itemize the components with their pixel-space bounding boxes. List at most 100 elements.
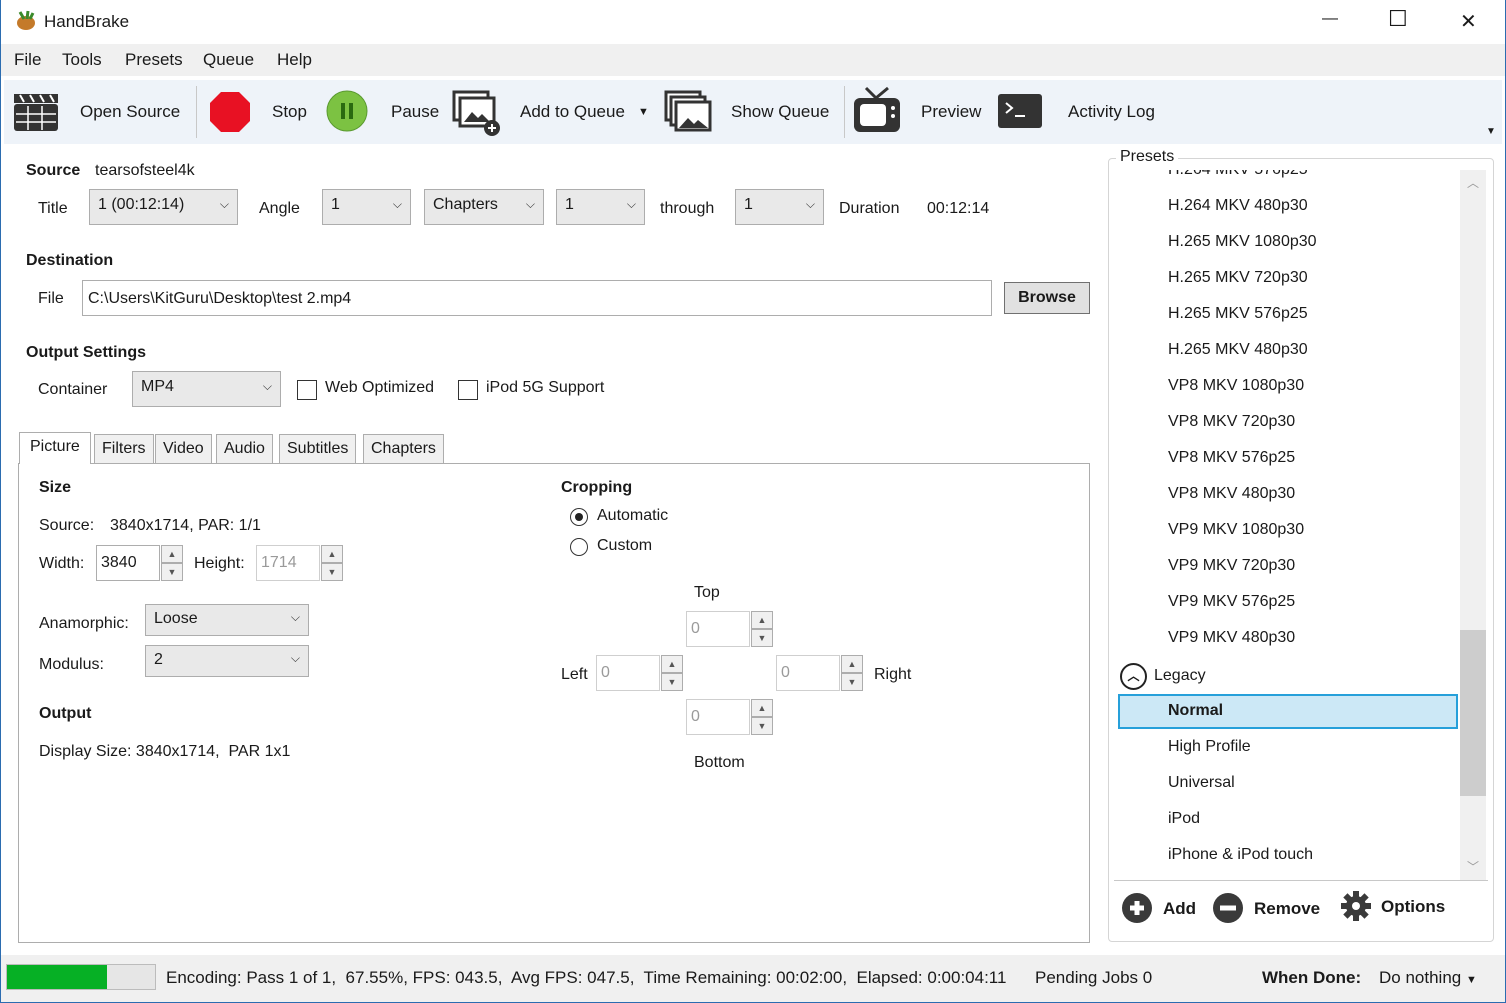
crop-right-stepper[interactable]: 0 ▲ ▼ — [776, 655, 866, 691]
modulus-select[interactable]: 2 ⌵ — [145, 645, 309, 677]
decrement-icon[interactable]: ▼ — [161, 563, 183, 581]
increment-icon[interactable]: ▲ — [161, 545, 183, 563]
tab-filters[interactable]: Filters — [94, 434, 154, 464]
when-done-select[interactable]: Do nothing ▼ — [1379, 968, 1489, 988]
automatic-radio[interactable] — [570, 508, 588, 526]
preset-item[interactable]: H.265 MKV 1080p30 — [1168, 233, 1317, 251]
scroll-down-icon[interactable]: ﹀ — [1467, 858, 1479, 875]
stop-button[interactable]: Stop — [206, 86, 316, 138]
preset-item[interactable]: iPod — [1118, 802, 1458, 837]
custom-radio[interactable] — [570, 538, 588, 556]
preset-item[interactable]: H.265 MKV 480p30 — [1168, 341, 1308, 359]
height-label: Height: — [194, 555, 245, 572]
width-stepper[interactable]: 3840 ▲ ▼ — [96, 545, 186, 581]
remove-preset-button[interactable]: Remove — [1213, 892, 1323, 924]
menu-presets[interactable]: Presets — [125, 50, 183, 70]
menu-queue[interactable]: Queue — [203, 50, 254, 70]
title-select[interactable]: 1 (00:12:14) ⌵ — [89, 189, 238, 225]
preset-item[interactable]: H.265 MKV 576p25 — [1168, 305, 1308, 323]
preset-item[interactable]: H.264 MKV 576p25 — [1168, 170, 1308, 179]
web-optimized-checkbox[interactable] — [297, 380, 317, 400]
preset-item[interactable]: H.264 MKV 480p30 — [1168, 197, 1308, 215]
container-label: Container — [38, 381, 108, 398]
crop-bottom-stepper[interactable]: 0 ▲ ▼ — [686, 699, 776, 735]
menu-tools[interactable]: Tools — [62, 50, 102, 70]
app-logo-icon — [14, 9, 38, 31]
decrement-icon[interactable]: ▼ — [841, 673, 863, 691]
increment-icon[interactable]: ▲ — [661, 655, 683, 673]
increment-icon[interactable]: ▲ — [751, 611, 773, 629]
range-mode-select[interactable]: Chapters ⌵ — [424, 189, 544, 225]
decrement-icon[interactable]: ▼ — [661, 673, 683, 691]
preset-item[interactable]: VP9 MKV 480p30 — [1168, 629, 1295, 647]
preset-item[interactable]: iPhone & iPod touch — [1118, 838, 1458, 873]
crop-top-stepper[interactable]: 0 ▲ ▼ — [686, 611, 776, 647]
dropdown-arrow-icon[interactable]: ▼ — [638, 106, 649, 118]
chevron-down-icon: ⌵ — [290, 651, 300, 665]
range-end-select[interactable]: 1 ⌵ — [735, 189, 824, 225]
height-stepper[interactable]: 1714 ▲ ▼ — [256, 545, 346, 581]
increment-icon[interactable]: ▲ — [841, 655, 863, 673]
open-source-label: Open Source — [80, 102, 181, 121]
tab-picture[interactable]: Picture — [19, 432, 91, 464]
scrollbar-thumb[interactable] — [1460, 630, 1486, 796]
close-button[interactable]: ✕ — [1460, 9, 1477, 34]
tab-subtitles[interactable]: Subtitles — [279, 434, 357, 464]
increment-icon[interactable]: ▲ — [751, 699, 773, 717]
show-queue-button[interactable]: Show Queue — [662, 86, 832, 138]
crop-left-stepper[interactable]: 0 ▲ ▼ — [596, 655, 686, 691]
menu-file[interactable]: File — [14, 50, 41, 70]
duration-value: 00:12:14 — [927, 200, 990, 217]
pause-button[interactable]: Pause — [326, 86, 439, 138]
scroll-up-icon[interactable]: ︿ — [1467, 174, 1479, 191]
decrement-icon[interactable]: ▼ — [751, 629, 773, 647]
presets-scrollbar[interactable]: ︿ ﹀ — [1460, 170, 1486, 880]
source-size-value: 3840x1714, PAR: 1/1 — [110, 517, 261, 534]
container-select[interactable]: MP4 ⌵ — [132, 371, 281, 407]
minimize-button[interactable]: — — [1322, 10, 1338, 28]
preset-item[interactable]: Universal — [1118, 766, 1458, 801]
preset-item[interactable]: VP8 MKV 480p30 — [1168, 485, 1295, 503]
decrement-icon[interactable]: ▼ — [321, 563, 343, 581]
maximize-button[interactable]: ☐ — [1388, 6, 1408, 32]
file-path-input[interactable]: C:\Users\KitGuru\Desktop\test 2.mp4 — [82, 280, 992, 316]
increment-icon[interactable]: ▲ — [321, 545, 343, 563]
preset-item[interactable]: VP8 MKV 720p30 — [1168, 413, 1295, 431]
height-input[interactable]: 1714 — [256, 545, 320, 581]
collapse-icon[interactable]: ︿ — [1120, 663, 1147, 690]
tab-video[interactable]: Video — [155, 434, 212, 464]
crop-right-input[interactable]: 0 — [776, 655, 840, 691]
encode-progress-bar — [6, 964, 156, 990]
preset-item[interactable]: H.265 MKV 720p30 — [1168, 269, 1308, 287]
add-preset-button[interactable]: Add — [1122, 892, 1202, 924]
crop-top-input[interactable]: 0 — [686, 611, 750, 647]
range-start-select[interactable]: 1 ⌵ — [556, 189, 645, 225]
add-to-queue-button[interactable]: Add to Queue ▼ — [450, 86, 650, 138]
tab-chapters[interactable]: Chapters — [363, 434, 444, 464]
anamorphic-select[interactable]: Loose ⌵ — [145, 604, 309, 636]
preview-button[interactable]: Preview — [852, 84, 982, 140]
window-title: HandBrake — [44, 12, 130, 31]
preset-item[interactable]: VP8 MKV 1080p30 — [1168, 377, 1304, 395]
through-label: through — [660, 200, 715, 217]
width-input[interactable]: 3840 — [96, 545, 160, 581]
preset-item[interactable]: High Profile — [1118, 730, 1458, 765]
preset-item[interactable]: VP8 MKV 576p25 — [1168, 449, 1295, 467]
activity-log-button[interactable]: Activity Log — [998, 86, 1168, 138]
ipod-support-checkbox[interactable] — [458, 380, 478, 400]
crop-left-input[interactable]: 0 — [596, 655, 660, 691]
open-source-button[interactable]: Open Source — [10, 86, 182, 138]
preset-options-button[interactable]: Options — [1340, 890, 1460, 924]
preset-item[interactable]: VP9 MKV 720p30 — [1168, 557, 1295, 575]
decrement-icon[interactable]: ▼ — [751, 717, 773, 735]
preset-item[interactable]: VP9 MKV 1080p30 — [1168, 521, 1304, 539]
menu-help[interactable]: Help — [277, 50, 312, 70]
toolbar-overflow-icon[interactable]: ▼ — [1486, 126, 1496, 137]
crop-bottom-input[interactable]: 0 — [686, 699, 750, 735]
progress-fill — [7, 965, 107, 989]
preset-item[interactable]: VP9 MKV 576p25 — [1168, 593, 1295, 611]
tab-audio[interactable]: Audio — [216, 434, 273, 464]
browse-button[interactable]: Browse — [1004, 282, 1090, 314]
preset-item-selected[interactable]: Normal — [1118, 694, 1458, 729]
angle-select[interactable]: 1 ⌵ — [322, 189, 411, 225]
